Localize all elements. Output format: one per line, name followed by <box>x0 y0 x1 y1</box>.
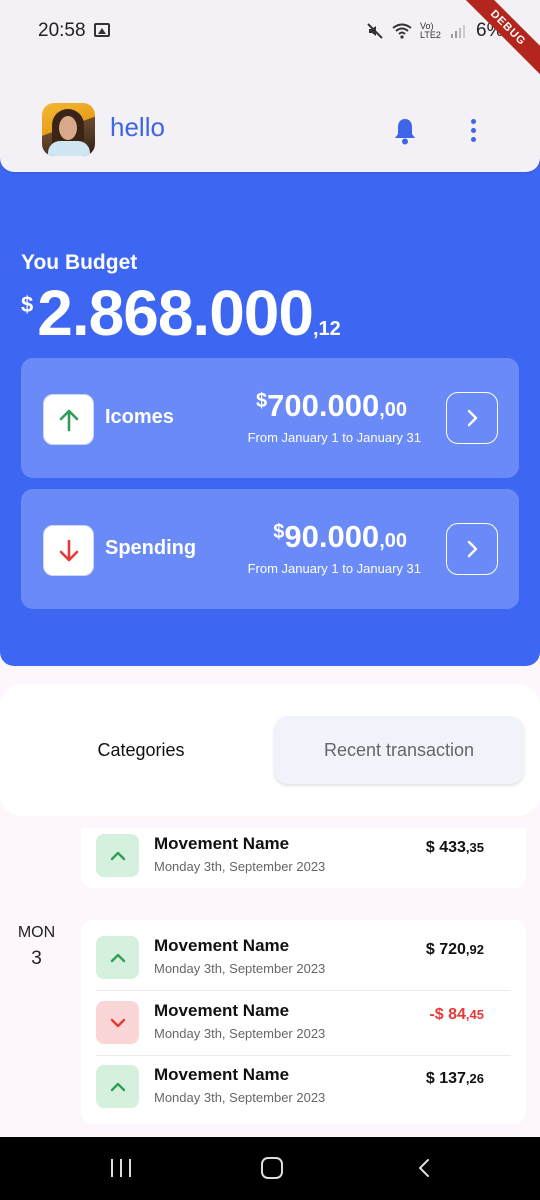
transaction-date: Monday 3th, September 2023 <box>154 1090 326 1105</box>
transaction-date: Monday 3th, September 2023 <box>154 1026 326 1041</box>
transaction-amount-decimals: ,35 <box>465 840 484 855</box>
income-badge <box>96 834 139 877</box>
gallery-notification-icon <box>94 23 110 37</box>
transaction-amount-decimals: ,45 <box>465 1007 484 1022</box>
chevron-up-icon <box>110 851 125 860</box>
transaction-amount: $ 137,26 <box>426 1070 484 1088</box>
navigation-bar <box>0 1137 540 1200</box>
spending-value: 90.000 <box>284 519 380 554</box>
income-currency: $ <box>256 390 268 412</box>
day-label: MON 3 <box>0 924 73 970</box>
network-label: Vo) LTE2 <box>420 21 441 40</box>
income-decimals: ,00 <box>379 399 407 421</box>
spending-details-button[interactable] <box>446 523 498 575</box>
transaction-name: Movement Name <box>154 1001 290 1020</box>
budget-decimals: ,12 <box>312 318 341 340</box>
app-header: 20:58 Vo) LTE2 6% DEBUG hello <box>0 0 540 172</box>
status-time: 20:58 <box>38 20 86 41</box>
arrow-up-icon <box>59 409 78 431</box>
income-arrow-box <box>43 394 94 445</box>
transaction-date: Monday 3th, September 2023 <box>154 961 326 976</box>
income-label: Icomes <box>105 406 174 428</box>
status-bar: 20:58 Vo) LTE2 6% <box>0 0 540 62</box>
chevron-down-icon <box>110 1018 125 1027</box>
transaction-name: Movement Name <box>154 1065 290 1084</box>
transaction-group: Movement Name Monday 3th, September 2023… <box>81 920 526 1124</box>
day-weekday: MON <box>17 924 56 941</box>
transaction-date: Monday 3th, September 2023 <box>154 859 326 874</box>
budget-panel: You Budget $2.868.000,12 Icomes $700.000… <box>0 150 540 666</box>
transaction-row[interactable]: Movement Name Monday 3th, September 2023… <box>81 828 526 886</box>
transaction-amount: $ 720,92 <box>426 941 484 959</box>
transaction-row[interactable]: Movement Name Monday 3th, September 2023… <box>81 924 526 988</box>
day-number: 3 <box>31 948 42 969</box>
transaction-amount-decimals: ,26 <box>465 1071 484 1086</box>
transaction-amount: $ 433,35 <box>426 839 484 857</box>
income-card[interactable]: Icomes $700.000,00 From January 1 to Jan… <box>21 358 519 478</box>
mute-icon <box>367 23 383 39</box>
transaction-row[interactable]: Movement Name Monday 3th, September 2023… <box>81 1053 526 1117</box>
avatar[interactable] <box>42 103 95 156</box>
income-details-button[interactable] <box>446 392 498 444</box>
tab-bar: Categories Recent transaction <box>0 684 540 816</box>
tab-recent-transaction[interactable]: Recent transaction <box>274 716 524 784</box>
bell-icon[interactable] <box>393 117 417 145</box>
transaction-amount-value: $ 433 <box>425 839 466 856</box>
tab-categories[interactable]: Categories <box>46 716 236 784</box>
chevron-right-icon <box>467 540 478 558</box>
budget-value: 2.868.000 <box>37 277 314 349</box>
budget-amount: $2.868.000,12 <box>21 276 341 350</box>
transaction-amount-value: $ 720 <box>425 941 466 958</box>
home-icon[interactable] <box>261 1157 283 1179</box>
income-value: 700.000 <box>267 388 380 423</box>
greeting: hello <box>110 112 165 142</box>
income-badge <box>96 936 139 979</box>
transaction-amount-value: -$ 84 <box>429 1006 466 1023</box>
recent-apps-icon[interactable] <box>111 1159 131 1177</box>
spending-currency: $ <box>273 521 285 543</box>
spending-decimals: ,00 <box>379 530 407 552</box>
income-range: From January 1 to January 31 <box>247 430 421 445</box>
transaction-name: Movement Name <box>154 936 290 955</box>
transaction-amount: -$ 84,45 <box>429 1006 484 1024</box>
chevron-up-icon <box>110 953 125 962</box>
spending-amount: $90.000,00 <box>273 519 407 555</box>
transaction-amount-value: $ 137 <box>425 1070 466 1087</box>
signal-icon <box>451 25 465 38</box>
spending-arrow-box <box>43 525 94 576</box>
back-icon[interactable] <box>418 1158 430 1178</box>
transaction-group-previous: Movement Name Monday 3th, September 2023… <box>81 828 526 888</box>
spending-range: From January 1 to January 31 <box>247 561 421 576</box>
budget-currency: $ <box>21 292 34 317</box>
transaction-row[interactable]: Movement Name Monday 3th, September 2023… <box>81 989 526 1053</box>
transaction-amount-decimals: ,92 <box>465 942 484 957</box>
income-badge <box>96 1065 139 1108</box>
more-vert-icon[interactable] <box>466 119 480 145</box>
chevron-right-icon <box>467 409 478 427</box>
wifi-icon <box>392 23 412 39</box>
status-icons: Vo) LTE2 6% <box>366 20 503 42</box>
spending-label: Spending <box>105 537 197 559</box>
transaction-name: Movement Name <box>154 834 290 853</box>
expense-badge <box>96 1001 139 1044</box>
arrow-down-icon <box>59 539 78 561</box>
income-amount: $700.000,00 <box>256 388 407 424</box>
chevron-up-icon <box>110 1082 125 1091</box>
budget-label: You Budget <box>21 251 138 274</box>
spending-card[interactable]: Spending $90.000,00 From January 1 to Ja… <box>21 489 519 609</box>
